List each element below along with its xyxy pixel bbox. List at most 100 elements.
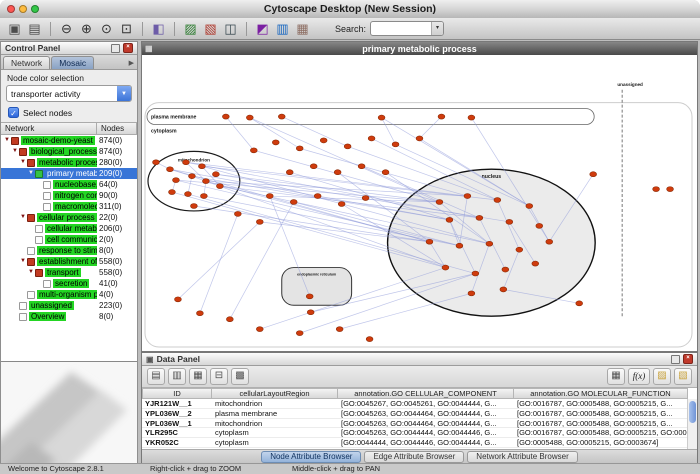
graph-node[interactable]	[667, 187, 674, 192]
graph-node[interactable]	[338, 202, 345, 207]
formula-button[interactable]: f(x)	[628, 368, 650, 385]
graph-node[interactable]	[516, 247, 523, 252]
plugins-icon[interactable]: ▦	[294, 20, 311, 37]
graph-node[interactable]	[234, 211, 241, 216]
graph-node[interactable]	[526, 203, 533, 208]
graph-node[interactable]	[189, 174, 196, 179]
expander-icon[interactable]: ▼	[27, 168, 35, 179]
graph-node[interactable]	[272, 140, 279, 145]
attribute-delete-icon[interactable]: ⊟	[210, 368, 228, 385]
search-input[interactable]	[371, 23, 431, 34]
graph-node[interactable]	[472, 271, 479, 276]
graph-node[interactable]	[368, 136, 375, 141]
graph-node[interactable]	[382, 170, 389, 175]
zoom-fit-icon[interactable]: ⊡	[118, 20, 135, 37]
table-row[interactable]: YPL036W__1mitochondrion[GO:0045263, GO:0…	[142, 419, 688, 429]
tree-item-cellular-process[interactable]: ▼cellular process22(0)	[1, 212, 137, 223]
graph-node[interactable]	[438, 114, 445, 119]
graph-node[interactable]	[250, 148, 257, 153]
zoom-in-icon[interactable]: ⊕	[78, 20, 95, 37]
tree-item-secretion[interactable]: secretion41(0)	[1, 278, 137, 289]
table-row[interactable]: YLR295Ccytoplasm[GO:0045263, GO:0044444,…	[142, 428, 688, 438]
graph-node[interactable]	[314, 194, 321, 199]
tree-item-response-to-stimulus[interactable]: response to stimulus8(0)	[1, 245, 137, 256]
graph-node[interactable]	[256, 219, 263, 224]
tree-item-multi-organism-process[interactable]: multi-organism process4(0)	[1, 289, 137, 300]
expander-icon[interactable]: ▼	[11, 146, 19, 157]
hide-selected-icon[interactable]: ◧	[150, 20, 167, 37]
trash-icon[interactable]: ▩	[231, 368, 249, 385]
graph-node[interactable]	[226, 317, 233, 322]
expander-icon[interactable]: ▼	[3, 135, 11, 146]
graph-node[interactable]	[590, 172, 597, 177]
tree-item-transport[interactable]: ▼transport558(0)	[1, 267, 137, 278]
birds-eye-view[interactable]	[1, 361, 137, 474]
float-panel-icon[interactable]	[671, 355, 680, 364]
graph-node[interactable]	[175, 297, 182, 302]
import-table-icon[interactable]: ▧	[674, 368, 692, 385]
tree-item-nucleobase-nucleoside-nucleo[interactable]: nucleobase, nucleoside, nucleotide and n…	[1, 179, 137, 190]
graph-node[interactable]	[486, 241, 493, 246]
graph-node[interactable]	[197, 311, 204, 316]
graph-node[interactable]	[336, 327, 343, 332]
graph-node[interactable]	[436, 200, 443, 205]
attribute-matrix-icon[interactable]: ▦	[607, 368, 625, 385]
tree-column-nodes[interactable]: Nodes	[97, 123, 137, 135]
tree-item-unassigned[interactable]: unassigned223(0)	[1, 300, 137, 311]
graph-node[interactable]	[506, 219, 513, 224]
column-header-0[interactable]: ID	[142, 388, 212, 399]
column-header-3[interactable]: annotation.GO MOLECULAR_FUNCTION	[514, 388, 688, 399]
table-row[interactable]: YPL036W__2plasma membrane[GO:0045263, GO…	[142, 409, 688, 419]
graph-node[interactable]	[286, 170, 293, 175]
network-overview-icon[interactable]: ◫	[222, 20, 239, 37]
save-session-icon[interactable]: ▤	[26, 20, 43, 37]
graph-node[interactable]	[278, 114, 285, 119]
table-row[interactable]: YKR052Ccytoplasm[GO:0044444, GO:0044446,…	[142, 438, 688, 448]
graph-node[interactable]	[306, 294, 313, 299]
graph-node[interactable]	[191, 203, 198, 208]
tree-item-overview[interactable]: Overview8(0)	[1, 311, 137, 322]
tree-item-metabolic-process[interactable]: ▼metabolic process280(0)	[1, 157, 137, 168]
graph-node[interactable]	[476, 215, 483, 220]
graph-node[interactable]	[362, 196, 369, 201]
expander-icon[interactable]: ▼	[19, 212, 27, 223]
graph-edge[interactable]	[200, 214, 238, 313]
graph-node[interactable]	[307, 310, 314, 315]
graph-node[interactable]	[198, 164, 205, 169]
graph-node[interactable]	[344, 144, 351, 149]
tree-item-cell-communication[interactable]: cell communication2(0)	[1, 234, 137, 245]
tree-item-establishment-of-localizatio[interactable]: ▼establishment of localization558(0)	[1, 256, 137, 267]
graph-node[interactable]	[494, 198, 501, 203]
close-panel-icon[interactable]: ×	[683, 354, 693, 364]
open-session-icon[interactable]: ▣	[6, 20, 23, 37]
graph-node[interactable]	[653, 187, 660, 192]
graph-node[interactable]	[202, 179, 209, 184]
graph-node[interactable]	[456, 243, 463, 248]
folder-open-icon[interactable]: ▨	[653, 368, 671, 385]
column-header-2[interactable]: annotation.GO CELLULAR_COMPONENT	[338, 388, 514, 399]
graph-node[interactable]	[576, 301, 583, 306]
tab-edge-attribute-browser[interactable]: Edge Attribute Browser	[364, 451, 464, 463]
tree-item-cellular-metabolic-process[interactable]: cellular metabolic process206(0)	[1, 223, 137, 234]
graph-node[interactable]	[296, 146, 303, 151]
close-panel-icon[interactable]: ×	[123, 43, 133, 53]
graph-node[interactable]	[320, 138, 327, 143]
graph-edge[interactable]	[178, 222, 260, 299]
create-network-icon[interactable]: ▨	[182, 20, 199, 37]
tree-item-nitrogen-compound-metabolic-[interactable]: nitrogen compound metabolic process90(0)	[1, 190, 137, 201]
scrollbar-thumb[interactable]	[689, 401, 696, 423]
graph-node[interactable]	[246, 115, 253, 120]
destroy-network-icon[interactable]: ▧	[202, 20, 219, 37]
tab-network-attribute-browser[interactable]: Network Attribute Browser	[467, 451, 577, 463]
graph-node[interactable]	[532, 261, 539, 266]
graph-node[interactable]	[173, 178, 180, 183]
table-scrollbar[interactable]	[687, 399, 697, 449]
graph-node[interactable]	[167, 167, 174, 172]
graph-node[interactable]	[296, 331, 303, 336]
column-header-1[interactable]: cellularLayoutRegion	[212, 388, 338, 399]
vizmapper-icon[interactable]: ◩	[254, 20, 271, 37]
graph-node[interactable]	[426, 239, 433, 244]
graph-node[interactable]	[200, 194, 207, 199]
graph-node[interactable]	[185, 192, 192, 197]
graph-node[interactable]	[153, 160, 160, 165]
